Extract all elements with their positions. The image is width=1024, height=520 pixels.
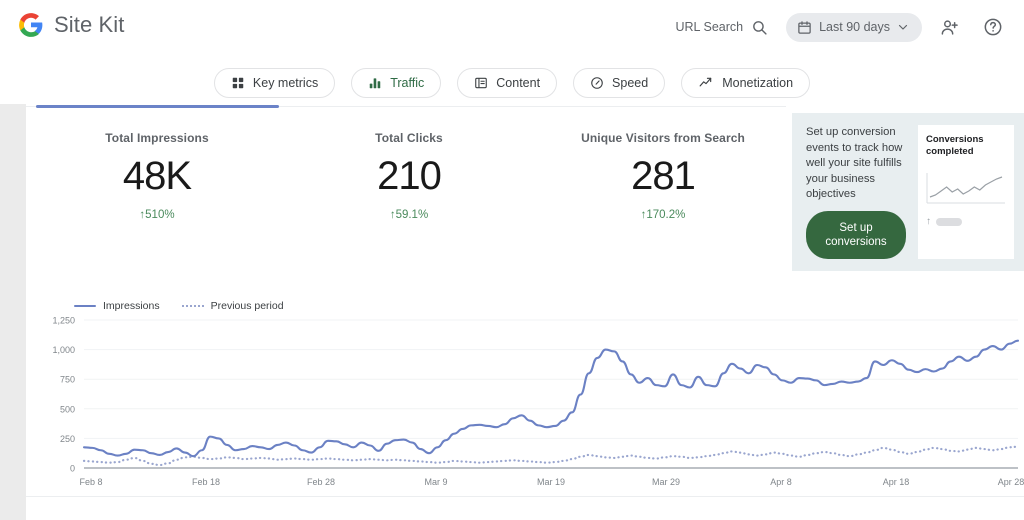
preview-placeholder-pill [936, 217, 962, 226]
url-search-button[interactable]: URL Search [665, 15, 778, 40]
conversions-preview-card: Conversions completed ↑ [918, 125, 1014, 259]
google-g-logo [19, 13, 43, 37]
speedometer-icon [591, 77, 603, 89]
tab-content[interactable]: Content [457, 68, 558, 98]
preview-card-footer: ↑ [926, 216, 1006, 227]
legend-label: Impressions [103, 300, 160, 312]
brand-title: Site Kit [54, 12, 125, 37]
metric-label: Unique Visitors from Search [581, 131, 745, 145]
svg-text:0: 0 [70, 464, 75, 474]
metric-card-total-impressions[interactable]: Total Impressions 48K ↑510% [32, 131, 282, 221]
legend-swatch-solid [74, 304, 96, 308]
search-icon [753, 20, 767, 35]
tab-key-metrics[interactable]: Key metrics [213, 68, 336, 98]
tab-traffic-label: Traffic [390, 76, 425, 90]
svg-text:500: 500 [60, 404, 75, 414]
tab-speed[interactable]: Speed [573, 68, 666, 98]
trend-up-icon [699, 77, 712, 87]
tab-key-metrics-label: Key metrics [252, 76, 319, 90]
tab-monetization-label: Monetization [722, 76, 794, 90]
svg-text:Feb 28: Feb 28 [307, 477, 335, 487]
conversions-cta-panel: Set up conversion events to track how we… [792, 113, 1024, 271]
legend-swatch-dotted [181, 305, 204, 307]
metrics-strip: Total Impressions 48K ↑510% Total Clicks… [26, 105, 788, 266]
tab-traffic[interactable]: Traffic [351, 68, 442, 98]
metric-value: 48K [122, 154, 192, 198]
date-range-label: Last 90 days [819, 20, 890, 34]
metric-label: Total Impressions [105, 131, 209, 145]
metric-delta: ↑510% [139, 209, 175, 221]
chart-canvas: 0 250 500 750 1,000 1,250 Feb 8 Feb 18 Feb 28 Mar… [52, 316, 1024, 488]
tab-monetization[interactable]: Monetization [681, 68, 811, 98]
metric-delta: ↑170.2% [640, 209, 686, 221]
selected-metric-indicator [36, 105, 279, 108]
help-button[interactable] [976, 10, 1010, 44]
set-up-conversions-button[interactable]: Set up conversions [806, 211, 906, 259]
grid-squares-icon [232, 77, 244, 89]
legend-item-previous-period[interactable]: Previous period [181, 300, 284, 312]
cta-left: Set up conversion events to track how we… [806, 125, 908, 259]
svg-text:Feb 18: Feb 18 [192, 477, 220, 487]
svg-text:250: 250 [60, 434, 75, 444]
preview-card-title: Conversions completed [926, 134, 984, 157]
bottom-divider [26, 496, 1024, 497]
content-list-icon [475, 77, 488, 89]
svg-text:Apr 28: Apr 28 [998, 477, 1024, 487]
app-header: Site Kit URL Search Last 90 days [0, 0, 1024, 56]
svg-text:Mar 29: Mar 29 [652, 477, 680, 487]
calendar-icon [798, 20, 811, 34]
svg-text:Apr 18: Apr 18 [883, 477, 910, 487]
tab-speed-label: Speed [612, 76, 649, 90]
tab-content-label: Content [496, 76, 541, 90]
help-circle-icon [984, 18, 1002, 36]
svg-text:1,250: 1,250 [52, 316, 75, 326]
metric-delta: ↑59.1% [389, 209, 429, 221]
preview-sparkline [926, 173, 1005, 204]
svg-text:Apr 8: Apr 8 [770, 477, 792, 487]
header-actions: URL Search Last 90 days [665, 10, 1010, 44]
impressions-chart: Impressions Previous period 0 250 500 750 1,… [26, 286, 1024, 496]
url-search-label: URL Search [675, 20, 744, 34]
site-kit-dashboard: Site Kit URL Search Last 90 days Key met… [0, 0, 1024, 520]
metric-label: Total Clicks [375, 131, 443, 145]
brand[interactable]: Site Kit [18, 12, 125, 38]
chevron-down-icon [898, 24, 908, 30]
svg-text:Mar 9: Mar 9 [424, 477, 447, 487]
svg-text:Mar 19: Mar 19 [537, 477, 565, 487]
metric-value: 210 [377, 154, 442, 198]
legend-item-impressions[interactable]: Impressions [74, 300, 160, 312]
svg-text:1,000: 1,000 [52, 345, 75, 355]
chart-legend: Impressions Previous period [74, 300, 284, 312]
svg-text:Feb 8: Feb 8 [79, 477, 102, 487]
preview-arrow-icon: ↑ [926, 216, 931, 227]
metric-card-total-clicks[interactable]: Total Clicks 210 ↑59.1% [284, 131, 534, 221]
bar-chart-icon [369, 78, 381, 89]
legend-label: Previous period [210, 300, 284, 312]
svg-text:750: 750 [60, 375, 75, 385]
cta-description: Set up conversion events to track how we… [806, 126, 903, 200]
metric-value: 281 [631, 154, 696, 198]
date-range-selector[interactable]: Last 90 days [786, 12, 922, 42]
metric-card-unique-visitors[interactable]: Unique Visitors from Search 281 ↑170.2% [538, 131, 788, 221]
tab-bar: Key metrics Traffic Content Speed Moneti… [0, 62, 1024, 104]
left-gutter [0, 104, 26, 520]
person-add-icon [941, 19, 958, 35]
add-user-button[interactable] [932, 10, 966, 44]
